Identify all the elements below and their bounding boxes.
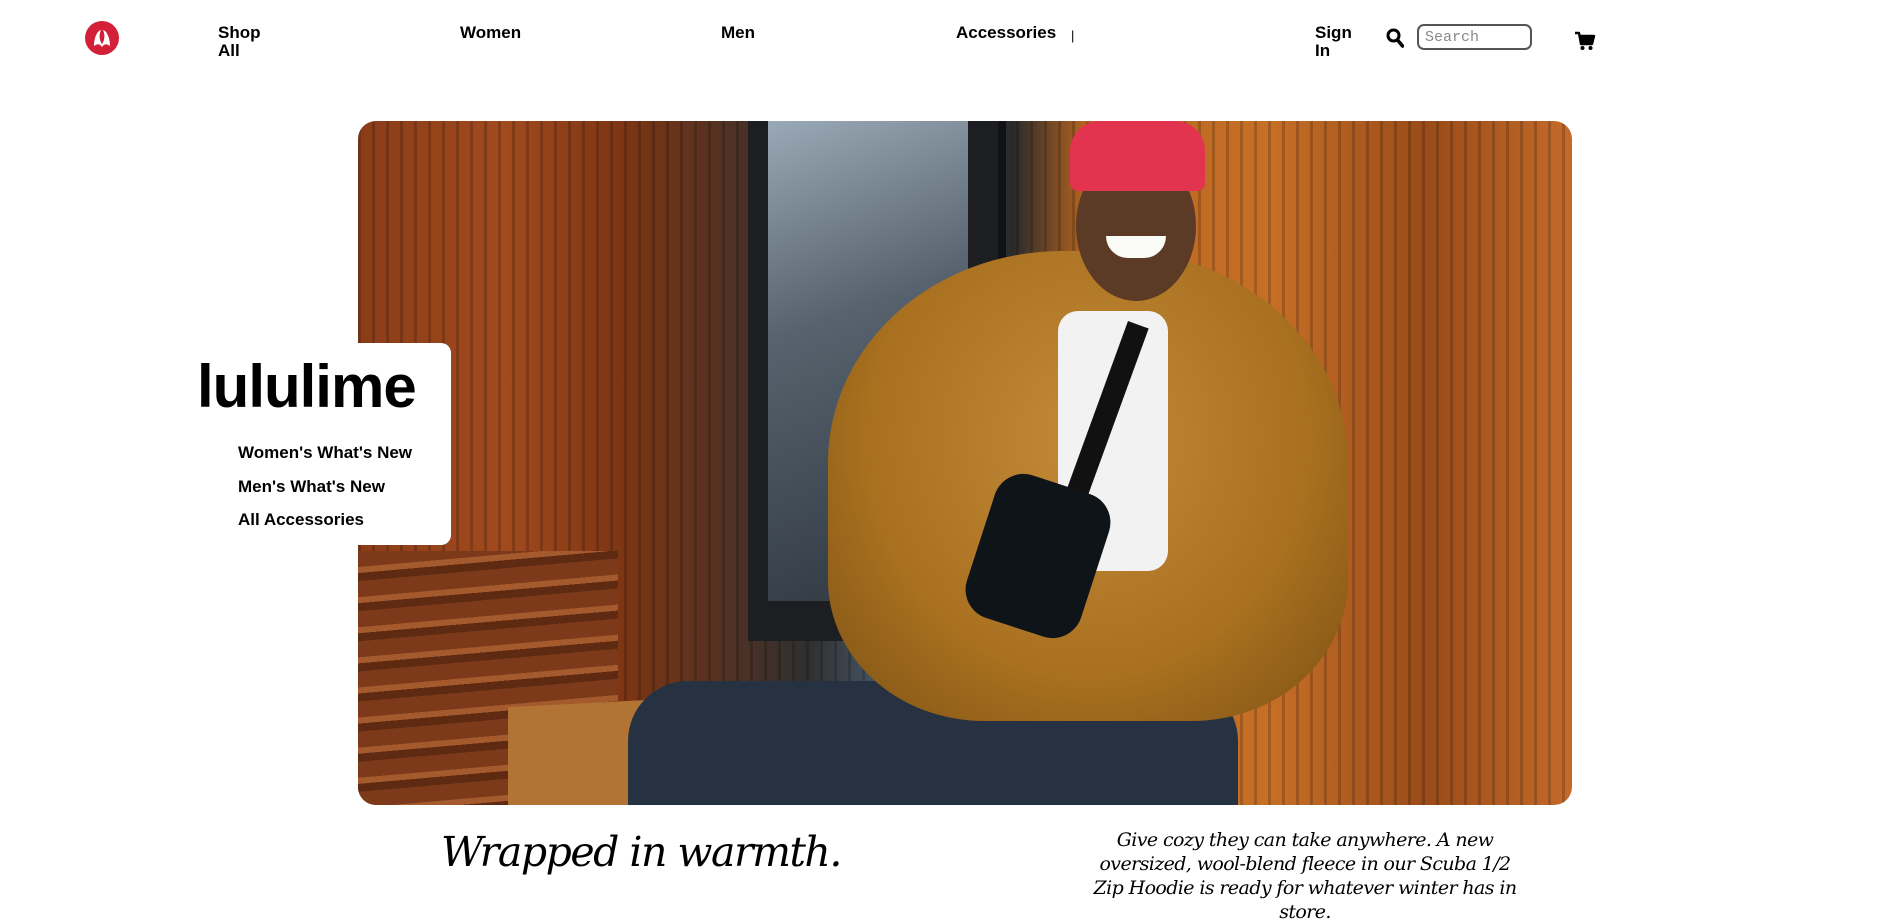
lululemon-logo-icon (94, 30, 110, 47)
brand-title: lululime (197, 353, 417, 420)
hero-quick-links: Women's What's New Men's What's New All … (238, 436, 412, 537)
link-mens-whats-new[interactable]: Men's What's New (238, 470, 412, 504)
promo-headline: Wrapped in warmth. (441, 828, 842, 876)
shopping-cart-icon[interactable] (1574, 30, 1596, 52)
sign-in-link[interactable]: Sign In (1315, 24, 1365, 60)
nav-separator: | (1071, 28, 1075, 43)
hero-image (358, 121, 1572, 805)
nav-shop-all[interactable]: Shop All (218, 24, 268, 60)
nav-accessories[interactable]: Accessories (956, 24, 1056, 42)
link-womens-whats-new[interactable]: Women's What's New (238, 436, 412, 470)
nav-women[interactable]: Women (460, 24, 521, 42)
promo-body: Give cozy they can take anywhere. A new … (1093, 829, 1518, 923)
person-beanie (1070, 121, 1205, 191)
link-all-accessories[interactable]: All Accessories (238, 503, 412, 537)
search-input[interactable] (1417, 24, 1532, 50)
logo[interactable] (85, 21, 119, 55)
nav-men[interactable]: Men (721, 24, 755, 42)
search-icon[interactable] (1386, 28, 1404, 48)
